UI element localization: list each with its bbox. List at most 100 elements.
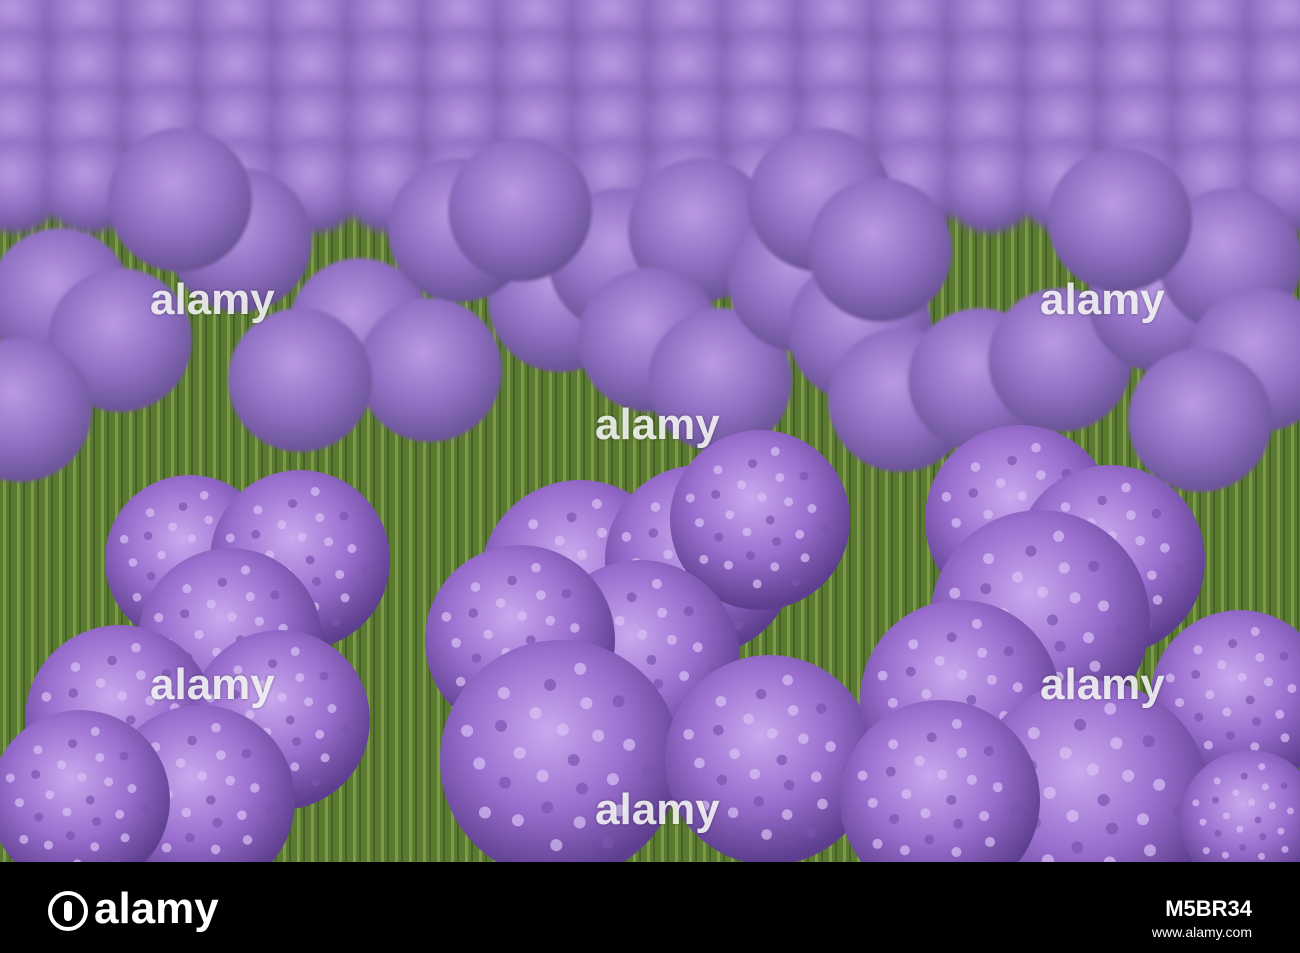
floret — [335, 569, 345, 579]
floret — [857, 770, 868, 781]
floret — [1255, 653, 1265, 662]
brand-logo[interactable]: alamy — [48, 884, 219, 934]
floret — [92, 817, 101, 826]
floret — [901, 789, 912, 800]
floret — [612, 695, 625, 708]
floret — [1280, 733, 1290, 743]
floret — [1136, 813, 1149, 826]
floret — [1280, 782, 1288, 790]
floret — [310, 487, 320, 496]
floret — [920, 808, 931, 819]
floret — [1083, 632, 1094, 644]
floret — [216, 750, 226, 760]
floret — [951, 847, 962, 857]
floret — [70, 662, 81, 672]
floret — [126, 715, 136, 725]
floret — [1098, 600, 1109, 612]
floret — [685, 493, 695, 503]
floret — [120, 833, 130, 843]
allium-bloom — [1048, 148, 1192, 292]
floret — [757, 492, 767, 502]
allium-bloom — [228, 308, 372, 452]
floret — [178, 502, 188, 511]
floret — [1250, 627, 1260, 636]
floret — [194, 630, 204, 640]
floret — [1239, 844, 1247, 852]
floret — [921, 689, 932, 700]
floret — [807, 504, 817, 513]
floret — [204, 515, 213, 525]
floret — [1054, 640, 1066, 652]
floret — [1160, 543, 1170, 553]
floret — [679, 671, 690, 681]
floret — [180, 609, 190, 619]
floret — [62, 807, 72, 817]
floret — [926, 732, 937, 743]
floret — [441, 612, 452, 622]
floret — [470, 582, 481, 592]
site-url[interactable]: www.alamy.com — [1152, 924, 1252, 940]
floret — [695, 518, 704, 528]
floret — [1193, 645, 1203, 655]
floret — [1106, 822, 1118, 835]
floret — [1147, 570, 1157, 580]
floret — [362, 564, 371, 574]
floret — [1281, 845, 1289, 853]
floret — [646, 655, 657, 665]
floret — [657, 607, 667, 618]
floret — [181, 807, 191, 818]
floret — [1248, 798, 1256, 806]
floret — [90, 842, 100, 852]
floret — [756, 688, 767, 700]
floret — [245, 592, 255, 602]
floret — [767, 728, 778, 739]
floret — [591, 498, 602, 509]
floret — [951, 718, 962, 729]
floret — [1212, 796, 1219, 804]
floret — [683, 729, 694, 740]
floret — [573, 816, 586, 829]
floret — [494, 719, 507, 732]
floret — [95, 753, 105, 762]
floret — [1261, 783, 1269, 791]
floret — [1191, 669, 1201, 679]
floret — [968, 488, 978, 498]
floret — [776, 754, 788, 766]
floret — [541, 801, 554, 814]
floret — [574, 662, 587, 675]
floret — [251, 529, 261, 539]
floret — [580, 697, 593, 710]
floret — [743, 713, 754, 725]
floret — [1025, 545, 1037, 557]
floret — [714, 532, 724, 542]
floret — [342, 724, 351, 734]
floret — [1250, 742, 1260, 752]
floret — [899, 845, 910, 856]
floret — [867, 797, 878, 808]
floret — [713, 724, 724, 736]
floret — [315, 513, 325, 522]
floret — [200, 491, 209, 500]
floret — [1214, 829, 1222, 837]
floret — [128, 558, 138, 567]
floret — [889, 814, 900, 824]
floret — [561, 588, 572, 599]
floret — [606, 773, 619, 786]
floret — [1202, 847, 1210, 855]
floret — [331, 617, 341, 627]
floret — [800, 553, 810, 563]
floret — [95, 678, 106, 688]
floret — [270, 590, 280, 600]
floret — [225, 533, 235, 543]
floret — [592, 729, 605, 742]
floret — [1252, 717, 1261, 726]
floret — [90, 727, 100, 736]
floret — [1151, 508, 1162, 519]
floret — [161, 842, 172, 853]
floret — [127, 784, 137, 793]
floret — [185, 832, 195, 843]
floret — [983, 509, 993, 520]
floret — [713, 465, 723, 475]
floret — [1110, 737, 1123, 750]
floret — [798, 733, 809, 744]
